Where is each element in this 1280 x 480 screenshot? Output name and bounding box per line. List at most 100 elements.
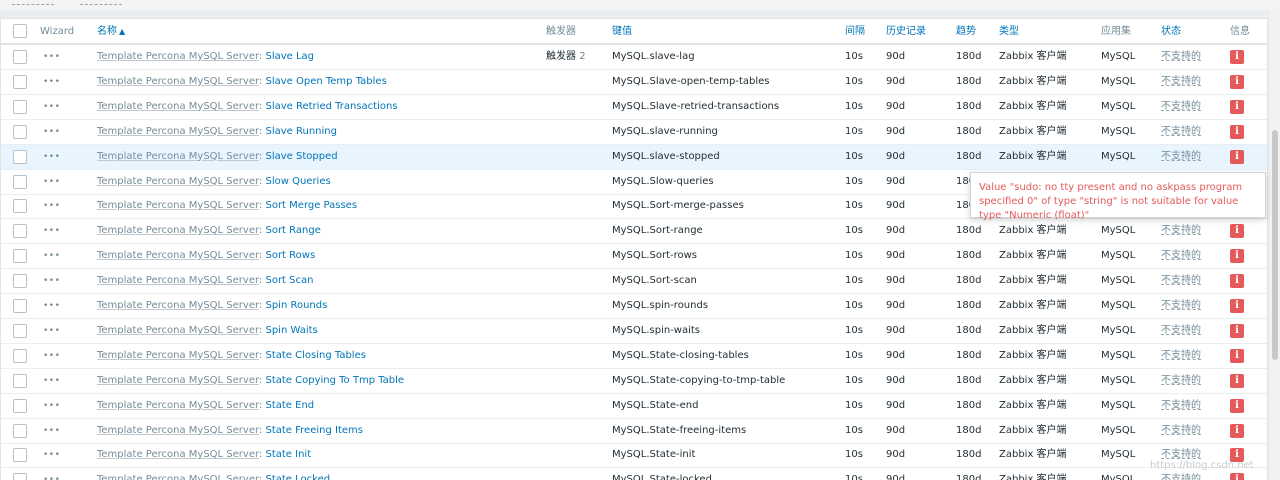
row-checkbox[interactable]: [13, 348, 27, 363]
row-checkbox[interactable]: [13, 473, 27, 480]
template-link[interactable]: Template Percona MySQL Server: [97, 176, 259, 187]
item-link[interactable]: Slave Retried Transactions: [265, 101, 397, 112]
item-link[interactable]: Sort Range: [265, 225, 320, 236]
row-checkbox[interactable]: [13, 299, 27, 313]
item-link[interactable]: Spin Rounds: [265, 300, 327, 311]
row-checkbox[interactable]: [13, 448, 27, 463]
select-all-checkbox[interactable]: [13, 24, 27, 38]
status-toggle[interactable]: 不支持的: [1161, 419, 1201, 443]
status-toggle[interactable]: 不支持的: [1161, 244, 1201, 268]
wizard-menu-icon[interactable]: •••: [43, 145, 60, 169]
wizard-menu-icon[interactable]: •••: [43, 120, 60, 144]
wizard-menu-icon[interactable]: •••: [43, 244, 60, 268]
template-link[interactable]: Template Percona MySQL Server: [97, 400, 259, 411]
template-link[interactable]: Template Percona MySQL Server: [97, 325, 259, 336]
template-link[interactable]: Template Percona MySQL Server: [97, 275, 259, 286]
info-error-icon[interactable]: i: [1230, 224, 1244, 239]
info-error-icon[interactable]: i: [1230, 473, 1244, 480]
wizard-menu-icon[interactable]: •••: [43, 319, 60, 343]
row-checkbox[interactable]: [13, 423, 27, 438]
template-link[interactable]: Template Percona MySQL Server: [97, 350, 259, 361]
status-toggle[interactable]: 不支持的: [1161, 95, 1201, 119]
template-link[interactable]: Template Percona MySQL Server: [97, 250, 259, 261]
template-link[interactable]: Template Percona MySQL Server: [97, 425, 259, 436]
info-error-icon[interactable]: i: [1230, 99, 1244, 114]
info-error-icon[interactable]: i: [1230, 249, 1244, 264]
info-error-icon[interactable]: i: [1230, 423, 1244, 438]
item-link[interactable]: Slave Running: [265, 126, 336, 137]
item-link[interactable]: Sort Merge Passes: [265, 200, 357, 211]
info-error-icon[interactable]: i: [1230, 74, 1244, 89]
item-link[interactable]: Spin Waits: [265, 325, 317, 336]
wizard-menu-icon[interactable]: •••: [43, 294, 60, 318]
info-error-icon[interactable]: i: [1230, 299, 1244, 313]
triggers-link[interactable]: 触发器: [546, 51, 576, 62]
wizard-menu-icon[interactable]: •••: [43, 219, 60, 243]
row-checkbox[interactable]: [13, 149, 27, 164]
item-link[interactable]: State Freeing Items: [265, 425, 363, 436]
status-toggle[interactable]: 不支持的: [1161, 120, 1201, 144]
wizard-menu-icon[interactable]: •••: [43, 369, 60, 393]
row-checkbox[interactable]: [13, 274, 27, 289]
status-toggle[interactable]: 不支持的: [1161, 294, 1201, 318]
header-type[interactable]: 类型: [999, 19, 1019, 43]
header-trends[interactable]: 趋势: [956, 19, 976, 43]
template-link[interactable]: Template Percona MySQL Server: [97, 300, 259, 311]
status-toggle[interactable]: 不支持的: [1161, 269, 1201, 293]
status-toggle[interactable]: 不支持的: [1161, 319, 1201, 343]
wizard-menu-icon[interactable]: •••: [43, 394, 60, 418]
wizard-menu-icon[interactable]: •••: [43, 468, 60, 480]
item-link[interactable]: State Copying To Tmp Table: [265, 375, 404, 386]
header-name-sort[interactable]: 名称 ▲: [97, 19, 125, 43]
info-error-icon[interactable]: i: [1230, 50, 1244, 64]
status-toggle[interactable]: 不支持的: [1161, 70, 1201, 94]
template-link[interactable]: Template Percona MySQL Server: [97, 51, 259, 62]
info-error-icon[interactable]: i: [1230, 398, 1244, 413]
row-checkbox[interactable]: [13, 224, 27, 239]
template-link[interactable]: Template Percona MySQL Server: [97, 76, 259, 87]
template-link[interactable]: Template Percona MySQL Server: [97, 375, 259, 386]
item-link[interactable]: State Locked: [265, 474, 330, 480]
template-link[interactable]: Template Percona MySQL Server: [97, 225, 259, 236]
header-history[interactable]: 历史记录: [886, 19, 926, 43]
row-checkbox[interactable]: [13, 74, 27, 89]
item-link[interactable]: Sort Scan: [265, 275, 313, 286]
row-checkbox[interactable]: [13, 50, 27, 64]
template-link[interactable]: Template Percona MySQL Server: [97, 474, 259, 480]
item-link[interactable]: State End: [265, 400, 314, 411]
row-checkbox[interactable]: [13, 174, 27, 189]
row-checkbox[interactable]: [13, 199, 27, 214]
vertical-scrollbar[interactable]: [1270, 10, 1280, 480]
row-checkbox[interactable]: [13, 249, 27, 264]
wizard-menu-icon[interactable]: •••: [43, 170, 60, 194]
template-link[interactable]: Template Percona MySQL Server: [97, 200, 259, 211]
item-link[interactable]: Slave Lag: [265, 51, 314, 62]
item-link[interactable]: State Closing Tables: [265, 350, 365, 361]
info-error-icon[interactable]: i: [1230, 348, 1244, 363]
info-error-icon[interactable]: i: [1230, 323, 1244, 338]
template-link[interactable]: Template Percona MySQL Server: [97, 151, 259, 162]
template-link[interactable]: Template Percona MySQL Server: [97, 101, 259, 112]
info-error-icon[interactable]: i: [1230, 149, 1244, 164]
wizard-menu-icon[interactable]: •••: [43, 45, 60, 69]
wizard-menu-icon[interactable]: •••: [43, 443, 60, 467]
row-checkbox[interactable]: [13, 373, 27, 388]
item-link[interactable]: Slow Queries: [265, 176, 330, 187]
info-error-icon[interactable]: i: [1230, 274, 1244, 289]
info-error-icon[interactable]: i: [1230, 124, 1244, 139]
wizard-menu-icon[interactable]: •••: [43, 269, 60, 293]
header-interval[interactable]: 间隔: [845, 19, 865, 43]
item-link[interactable]: Slave Stopped: [265, 151, 337, 162]
wizard-menu-icon[interactable]: •••: [43, 344, 60, 368]
info-error-icon[interactable]: i: [1230, 373, 1244, 388]
item-link[interactable]: Sort Rows: [265, 250, 315, 261]
row-checkbox[interactable]: [13, 398, 27, 413]
header-key[interactable]: 键值: [612, 19, 632, 43]
status-toggle[interactable]: 不支持的: [1161, 369, 1201, 393]
row-checkbox[interactable]: [13, 323, 27, 338]
status-toggle[interactable]: 不支持的: [1161, 219, 1201, 243]
wizard-menu-icon[interactable]: •••: [43, 95, 60, 119]
row-checkbox[interactable]: [13, 124, 27, 139]
status-toggle[interactable]: 不支持的: [1161, 45, 1201, 69]
header-status[interactable]: 状态: [1161, 19, 1181, 43]
